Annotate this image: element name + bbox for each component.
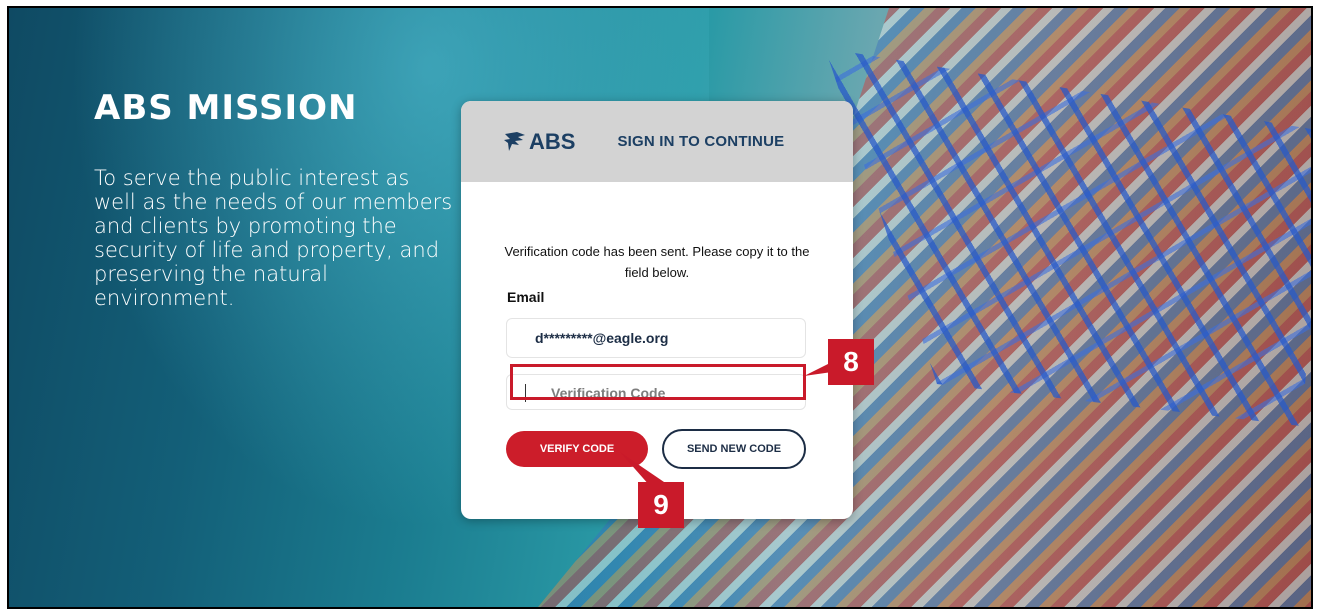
send-new-code-button[interactable]: SEND NEW CODE bbox=[662, 429, 806, 469]
email-field[interactable]: d*********@eagle.org bbox=[506, 318, 806, 358]
card-header: ABS SIGN IN TO CONTINUE bbox=[461, 101, 853, 182]
mission-panel: ABS MISSION To serve the public interest… bbox=[94, 88, 454, 310]
callout-step-8: 8 bbox=[828, 339, 874, 385]
header-title: SIGN IN TO CONTINUE bbox=[617, 133, 785, 150]
mission-text: To serve the public interest as well as … bbox=[94, 166, 453, 310]
callout-step-9: 9 bbox=[638, 482, 684, 528]
verification-message: Verification code has been sent. Please … bbox=[504, 244, 810, 280]
email-label: Email bbox=[507, 289, 545, 305]
callout-highlight-code-field bbox=[510, 364, 806, 400]
mission-title: ABS MISSION bbox=[94, 88, 358, 128]
abs-eagle-icon bbox=[504, 131, 525, 151]
abs-logo: ABS bbox=[503, 129, 575, 155]
logo-text: ABS bbox=[529, 128, 576, 154]
callout-pointer-9 bbox=[620, 452, 664, 486]
